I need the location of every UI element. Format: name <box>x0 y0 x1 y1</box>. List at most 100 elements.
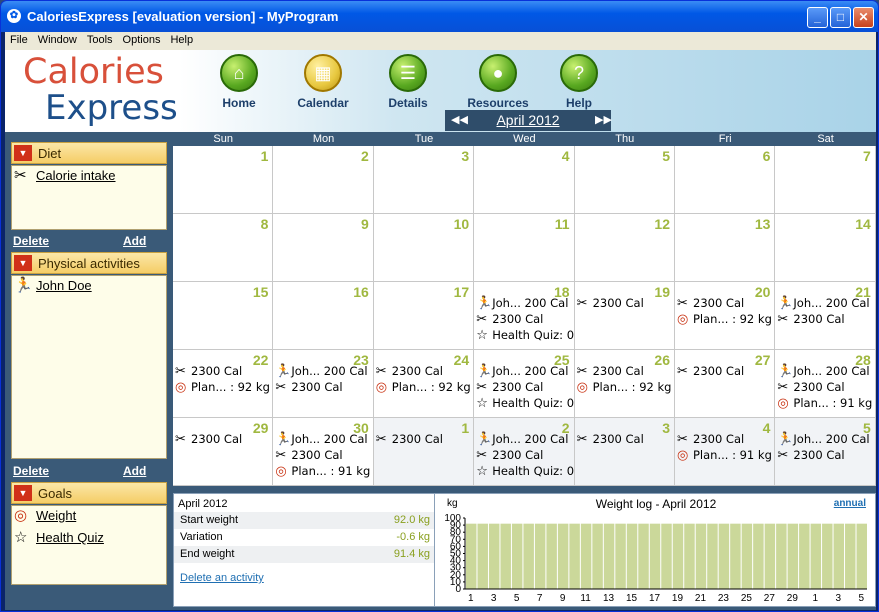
calendar-event[interactable]: ☆ Health Quiz: 0 <box>476 464 573 480</box>
calendar-day[interactable]: 22 ✂ 2300 Cal ◎ Plan... : 92 kg <box>173 350 274 418</box>
collapse-icon[interactable]: ▼ <box>14 485 32 501</box>
menu-window[interactable]: Window <box>33 32 82 48</box>
calendar-day[interactable]: 18 🏃Joh... 200 Cal ✂ 2300 Cal ☆ Health Quiz: … <box>474 282 575 350</box>
calendar-day[interactable]: 2 🏃Joh... 200 Cal ✂ 2300 Cal ☆ Health Quiz: 0 <box>474 418 575 486</box>
calendar-day[interactable]: 1 <box>173 146 274 214</box>
calendar-event[interactable]: 🏃Joh... 200 Cal <box>275 364 367 380</box>
calendar-day[interactable]: 23 🏃Joh... 200 Cal ✂ 2300 Cal <box>273 350 374 418</box>
nav-details[interactable]: ☰ Details <box>368 54 448 110</box>
add-link[interactable]: Add <box>123 234 146 248</box>
goals-header[interactable]: ▼ Goals <box>11 482 167 504</box>
next-month-icon[interactable]: ▶▶ <box>595 113 612 126</box>
calendar-event[interactable]: ✂ 2300 Cal <box>476 312 543 328</box>
nav-calendar[interactable]: ▦ Calendar <box>283 54 363 110</box>
calendar-day[interactable]: 4 ✂ 2300 Cal ◎ Plan... : 91 kg <box>675 418 776 486</box>
delete-link[interactable]: Delete <box>13 464 49 478</box>
add-link[interactable]: Add <box>123 464 146 478</box>
calendar-event[interactable]: ✂ 2300 Cal <box>275 448 342 464</box>
calendar-event[interactable]: ✂ 2300 Cal <box>677 432 744 448</box>
calendar-event[interactable]: ✂ 2300 Cal <box>777 380 844 396</box>
calendar-day[interactable]: 16 <box>273 282 374 350</box>
menu-file[interactable]: File <box>5 32 33 48</box>
calendar-event[interactable]: 🏃Joh... 200 Cal <box>777 364 869 380</box>
calendar-day[interactable]: 30 🏃Joh... 200 Cal ✂ 2300 Cal ◎ Plan... : 91 … <box>273 418 374 486</box>
calendar-day[interactable]: 5 <box>574 146 675 214</box>
month-label[interactable]: April 2012 <box>445 112 611 128</box>
sidebar-item-weight[interactable]: ◎ Weight <box>12 506 166 528</box>
calendar-day[interactable]: 7 <box>775 146 876 214</box>
nav-help[interactable]: ? Help <box>539 54 619 110</box>
calendar-day[interactable]: 6 <box>675 146 776 214</box>
calendar-day[interactable]: 21 🏃Joh... 200 Cal ✂ 2300 Cal <box>775 282 876 350</box>
collapse-icon[interactable]: ▼ <box>14 145 32 161</box>
calendar-day[interactable]: 12 <box>574 214 675 282</box>
calendar-event[interactable]: ◎ Plan... : 91 kg <box>677 448 772 464</box>
calendar-day[interactable]: 17 <box>373 282 475 350</box>
calendar-event[interactable]: ✂ 2300 Cal <box>175 432 242 448</box>
calendar-day[interactable]: 4 <box>474 146 575 214</box>
calendar-event[interactable]: 🏃Joh... 200 Cal <box>777 432 869 448</box>
sidebar-item-john-doe[interactable]: 🏃 John Doe <box>12 276 166 298</box>
calendar-event[interactable]: ☆ Health Quiz: 0 <box>476 328 573 344</box>
calendar-event[interactable]: ☆ Health Quiz: 0 <box>476 396 573 412</box>
calendar-event[interactable]: ✂ 2300 Cal <box>677 296 744 312</box>
delete-link[interactable]: Delete <box>13 234 49 248</box>
calendar-event[interactable]: ✂ 2300 Cal <box>175 364 242 380</box>
calendar-day[interactable]: 27 ✂ 2300 Cal <box>675 350 776 418</box>
sidebar-item-health-quiz[interactable]: ☆ Health Quiz <box>12 528 166 550</box>
calendar-event[interactable]: 🏃Joh... 200 Cal <box>476 364 568 380</box>
calendar-day[interactable]: 9 <box>273 214 374 282</box>
calendar-day[interactable]: 13 <box>675 214 776 282</box>
maximize-button[interactable]: □ <box>830 7 851 28</box>
calendar-day[interactable]: 8 <box>173 214 274 282</box>
calendar-day[interactable]: 5 🏃Joh... 200 Cal ✂ 2300 Cal <box>775 418 876 486</box>
calendar-event[interactable]: ◎ Plan... : 91 kg <box>275 464 370 480</box>
calendar-event[interactable]: ✂ 2300 Cal <box>777 448 844 464</box>
calendar-day[interactable]: 15 <box>173 282 274 350</box>
menu-options[interactable]: Options <box>118 32 166 48</box>
calendar-day[interactable]: 1 ✂ 2300 Cal <box>373 418 475 486</box>
title-bar[interactable]: ✿ CaloriesExpress [evaluation version] -… <box>1 1 878 32</box>
calendar-day[interactable]: 3 ✂ 2300 Cal <box>574 418 675 486</box>
calendar-day[interactable]: 26 ✂ 2300 Cal ◎ Plan... : 92 kg <box>574 350 675 418</box>
menu-help[interactable]: Help <box>165 32 198 48</box>
calendar-event[interactable]: ✂ 2300 Cal <box>577 364 644 380</box>
delete-activity-link[interactable]: Delete an activity <box>180 572 264 584</box>
calendar-event[interactable]: ✂ 2300 Cal <box>476 380 543 396</box>
calendar-event[interactable]: ◎ Plan... : 92 kg <box>376 380 471 396</box>
calendar-event[interactable]: ✂ 2300 Cal <box>275 380 342 396</box>
calendar-event[interactable]: 🏃Joh... 200 Cal <box>777 296 869 312</box>
activities-header[interactable]: ▼ Physical activities <box>11 252 167 274</box>
nav-home[interactable]: ⌂ Home <box>199 54 279 110</box>
calendar-event[interactable]: ◎ Plan... : 92 kg <box>677 312 772 328</box>
calendar-event[interactable]: 🏃Joh... 200 Cal <box>476 296 568 312</box>
calendar-day[interactable]: 10 <box>373 214 475 282</box>
close-button[interactable]: ✕ <box>853 7 874 28</box>
calendar-day[interactable]: 2 <box>273 146 374 214</box>
calendar-event[interactable]: ✂ 2300 Cal <box>577 296 644 312</box>
calendar-event[interactable]: ◎ Plan... : 92 kg <box>577 380 672 396</box>
calendar-day[interactable]: 20 ✂ 2300 Cal ◎ Plan... : 92 kg <box>675 282 776 350</box>
calendar-event[interactable]: 🏃Joh... 200 Cal <box>275 432 367 448</box>
minimize-button[interactable]: _ <box>807 7 828 28</box>
calendar-event[interactable]: ✂ 2300 Cal <box>677 364 744 380</box>
calendar-event[interactable]: ✂ 2300 Cal <box>376 432 443 448</box>
calendar-day[interactable]: 24 ✂ 2300 Cal ◎ Plan... : 92 kg <box>373 350 475 418</box>
nav-resources[interactable]: ● Resources <box>458 54 538 110</box>
calendar-day[interactable]: 11 <box>474 214 575 282</box>
menu-tools[interactable]: Tools <box>82 32 118 48</box>
sidebar-item-calorie-intake[interactable]: ✂ Calorie intake <box>12 166 166 188</box>
calendar-day[interactable]: 19 ✂ 2300 Cal <box>574 282 675 350</box>
calendar-event[interactable]: ✂ 2300 Cal <box>577 432 644 448</box>
calendar-event[interactable]: ✂ 2300 Cal <box>376 364 443 380</box>
calendar-event[interactable]: ◎ Plan... : 91 kg <box>777 396 872 412</box>
calendar-day[interactable]: 29 ✂ 2300 Cal <box>173 418 274 486</box>
calendar-event[interactable]: 🏃Joh... 200 Cal <box>476 432 568 448</box>
calendar-day[interactable]: 14 <box>775 214 876 282</box>
diet-header[interactable]: ▼ Diet <box>11 142 167 164</box>
collapse-icon[interactable]: ▼ <box>14 255 32 271</box>
calendar-day[interactable]: 28 🏃Joh... 200 Cal ✂ 2300 Cal ◎ Plan... : 91 … <box>775 350 876 418</box>
calendar-day[interactable]: 3 <box>373 146 475 214</box>
calendar-event[interactable]: ✂ 2300 Cal <box>777 312 844 328</box>
calendar-day[interactable]: 25 🏃Joh... 200 Cal ✂ 2300 Cal ☆ Health Quiz: … <box>474 350 575 418</box>
